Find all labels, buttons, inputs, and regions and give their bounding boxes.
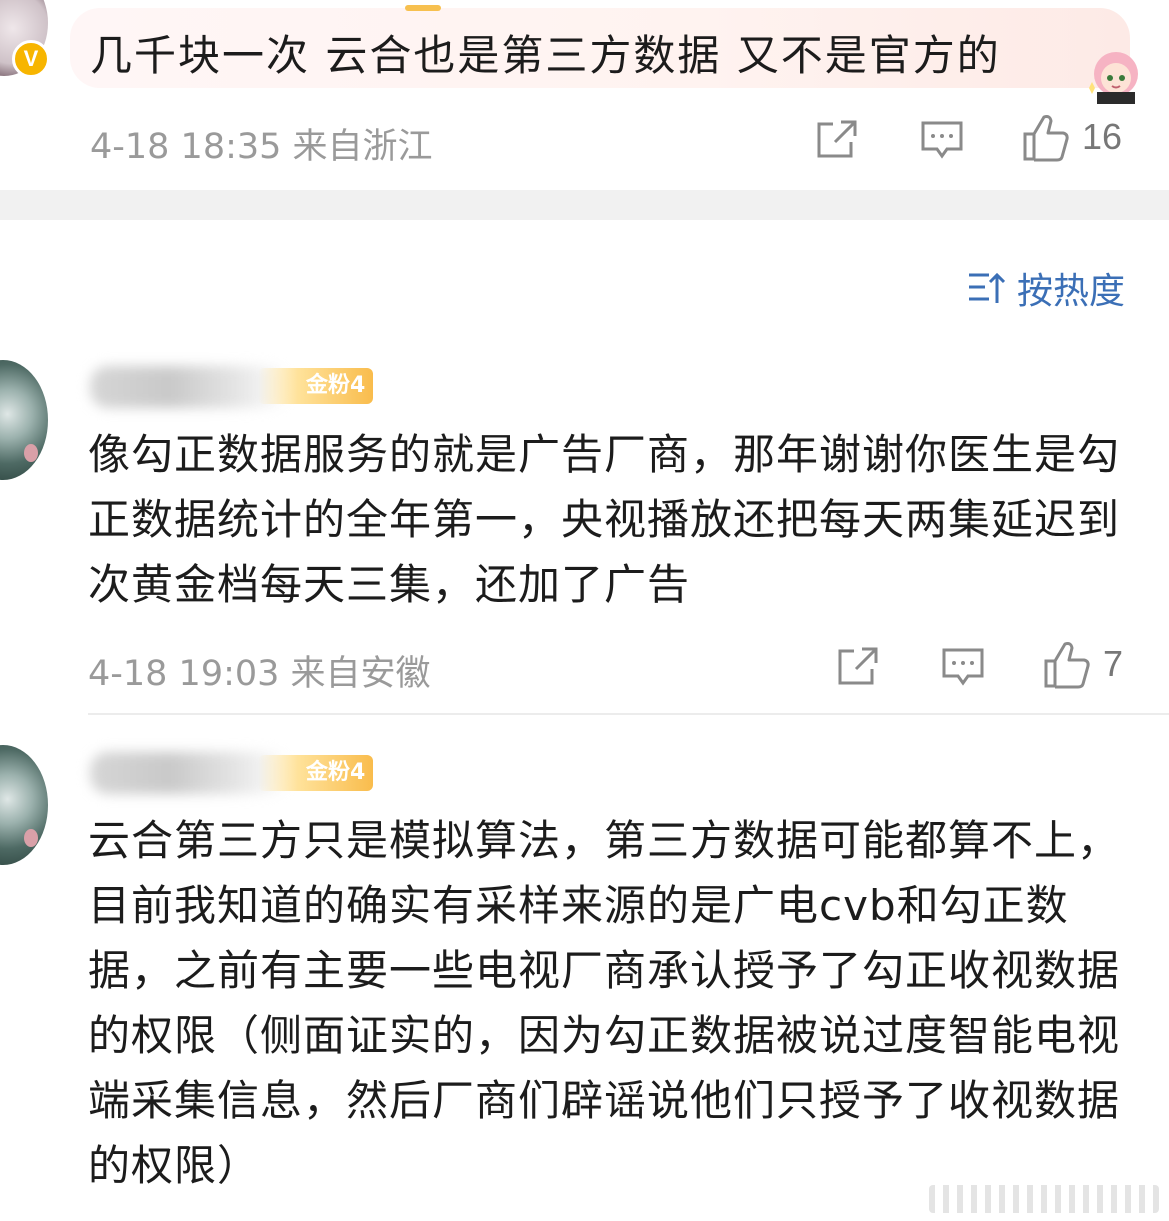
bubble-decoration xyxy=(405,5,441,11)
avatar[interactable] xyxy=(0,360,48,480)
comment-meta: 4-18 18:35 来自浙江 xyxy=(90,127,433,167)
share-icon xyxy=(838,647,878,685)
top-comment: V 几千块一次 云合也是第三方数据 又不是官方的 4-18 18:35 来自浙江… xyxy=(0,0,1169,190)
share-button[interactable] xyxy=(836,645,880,689)
thumbs-up-icon xyxy=(1044,642,1090,689)
watermark xyxy=(929,1185,1159,1213)
like-count: 16 xyxy=(1082,116,1123,157)
share-icon xyxy=(817,120,857,158)
comment-text: 几千块一次 云合也是第三方数据 又不是官方的 xyxy=(90,31,1001,80)
fan-level-badge: 金粉4 xyxy=(258,755,374,791)
share-button[interactable] xyxy=(815,118,859,162)
sort-icon xyxy=(968,272,1005,303)
reply-button[interactable] xyxy=(941,645,985,689)
avatar[interactable] xyxy=(0,745,48,865)
section-divider xyxy=(0,190,1169,220)
comment-icon xyxy=(921,121,963,159)
divider xyxy=(88,713,1169,715)
sort-label: 按热度 xyxy=(1016,271,1125,312)
comment-text: 像勾正数据服务的就是广告厂商，那年谢谢你医生是勾正数据统计的全年第一，央视播放还… xyxy=(88,430,1121,609)
fan-level-badge: 金粉4 xyxy=(258,368,374,404)
like-button[interactable]: 7 xyxy=(1043,639,1123,689)
reply-button[interactable] xyxy=(920,118,964,162)
comment-meta: 4-18 19:03 来自安徽 xyxy=(88,654,431,694)
verified-badge-icon: V xyxy=(12,40,50,78)
like-button[interactable]: 16 xyxy=(1022,112,1122,162)
comment-icon xyxy=(942,648,984,686)
sort-by-hot-button[interactable]: 按热度 xyxy=(967,262,1125,314)
comment-text: 云合第三方只是模拟算法，第三方数据可能都算不上，目前我知道的确实有采样来源的是广… xyxy=(88,816,1121,1190)
like-count: 7 xyxy=(1103,643,1124,684)
thumbs-up-icon xyxy=(1023,115,1069,162)
anime-sticker-icon xyxy=(1089,52,1138,104)
